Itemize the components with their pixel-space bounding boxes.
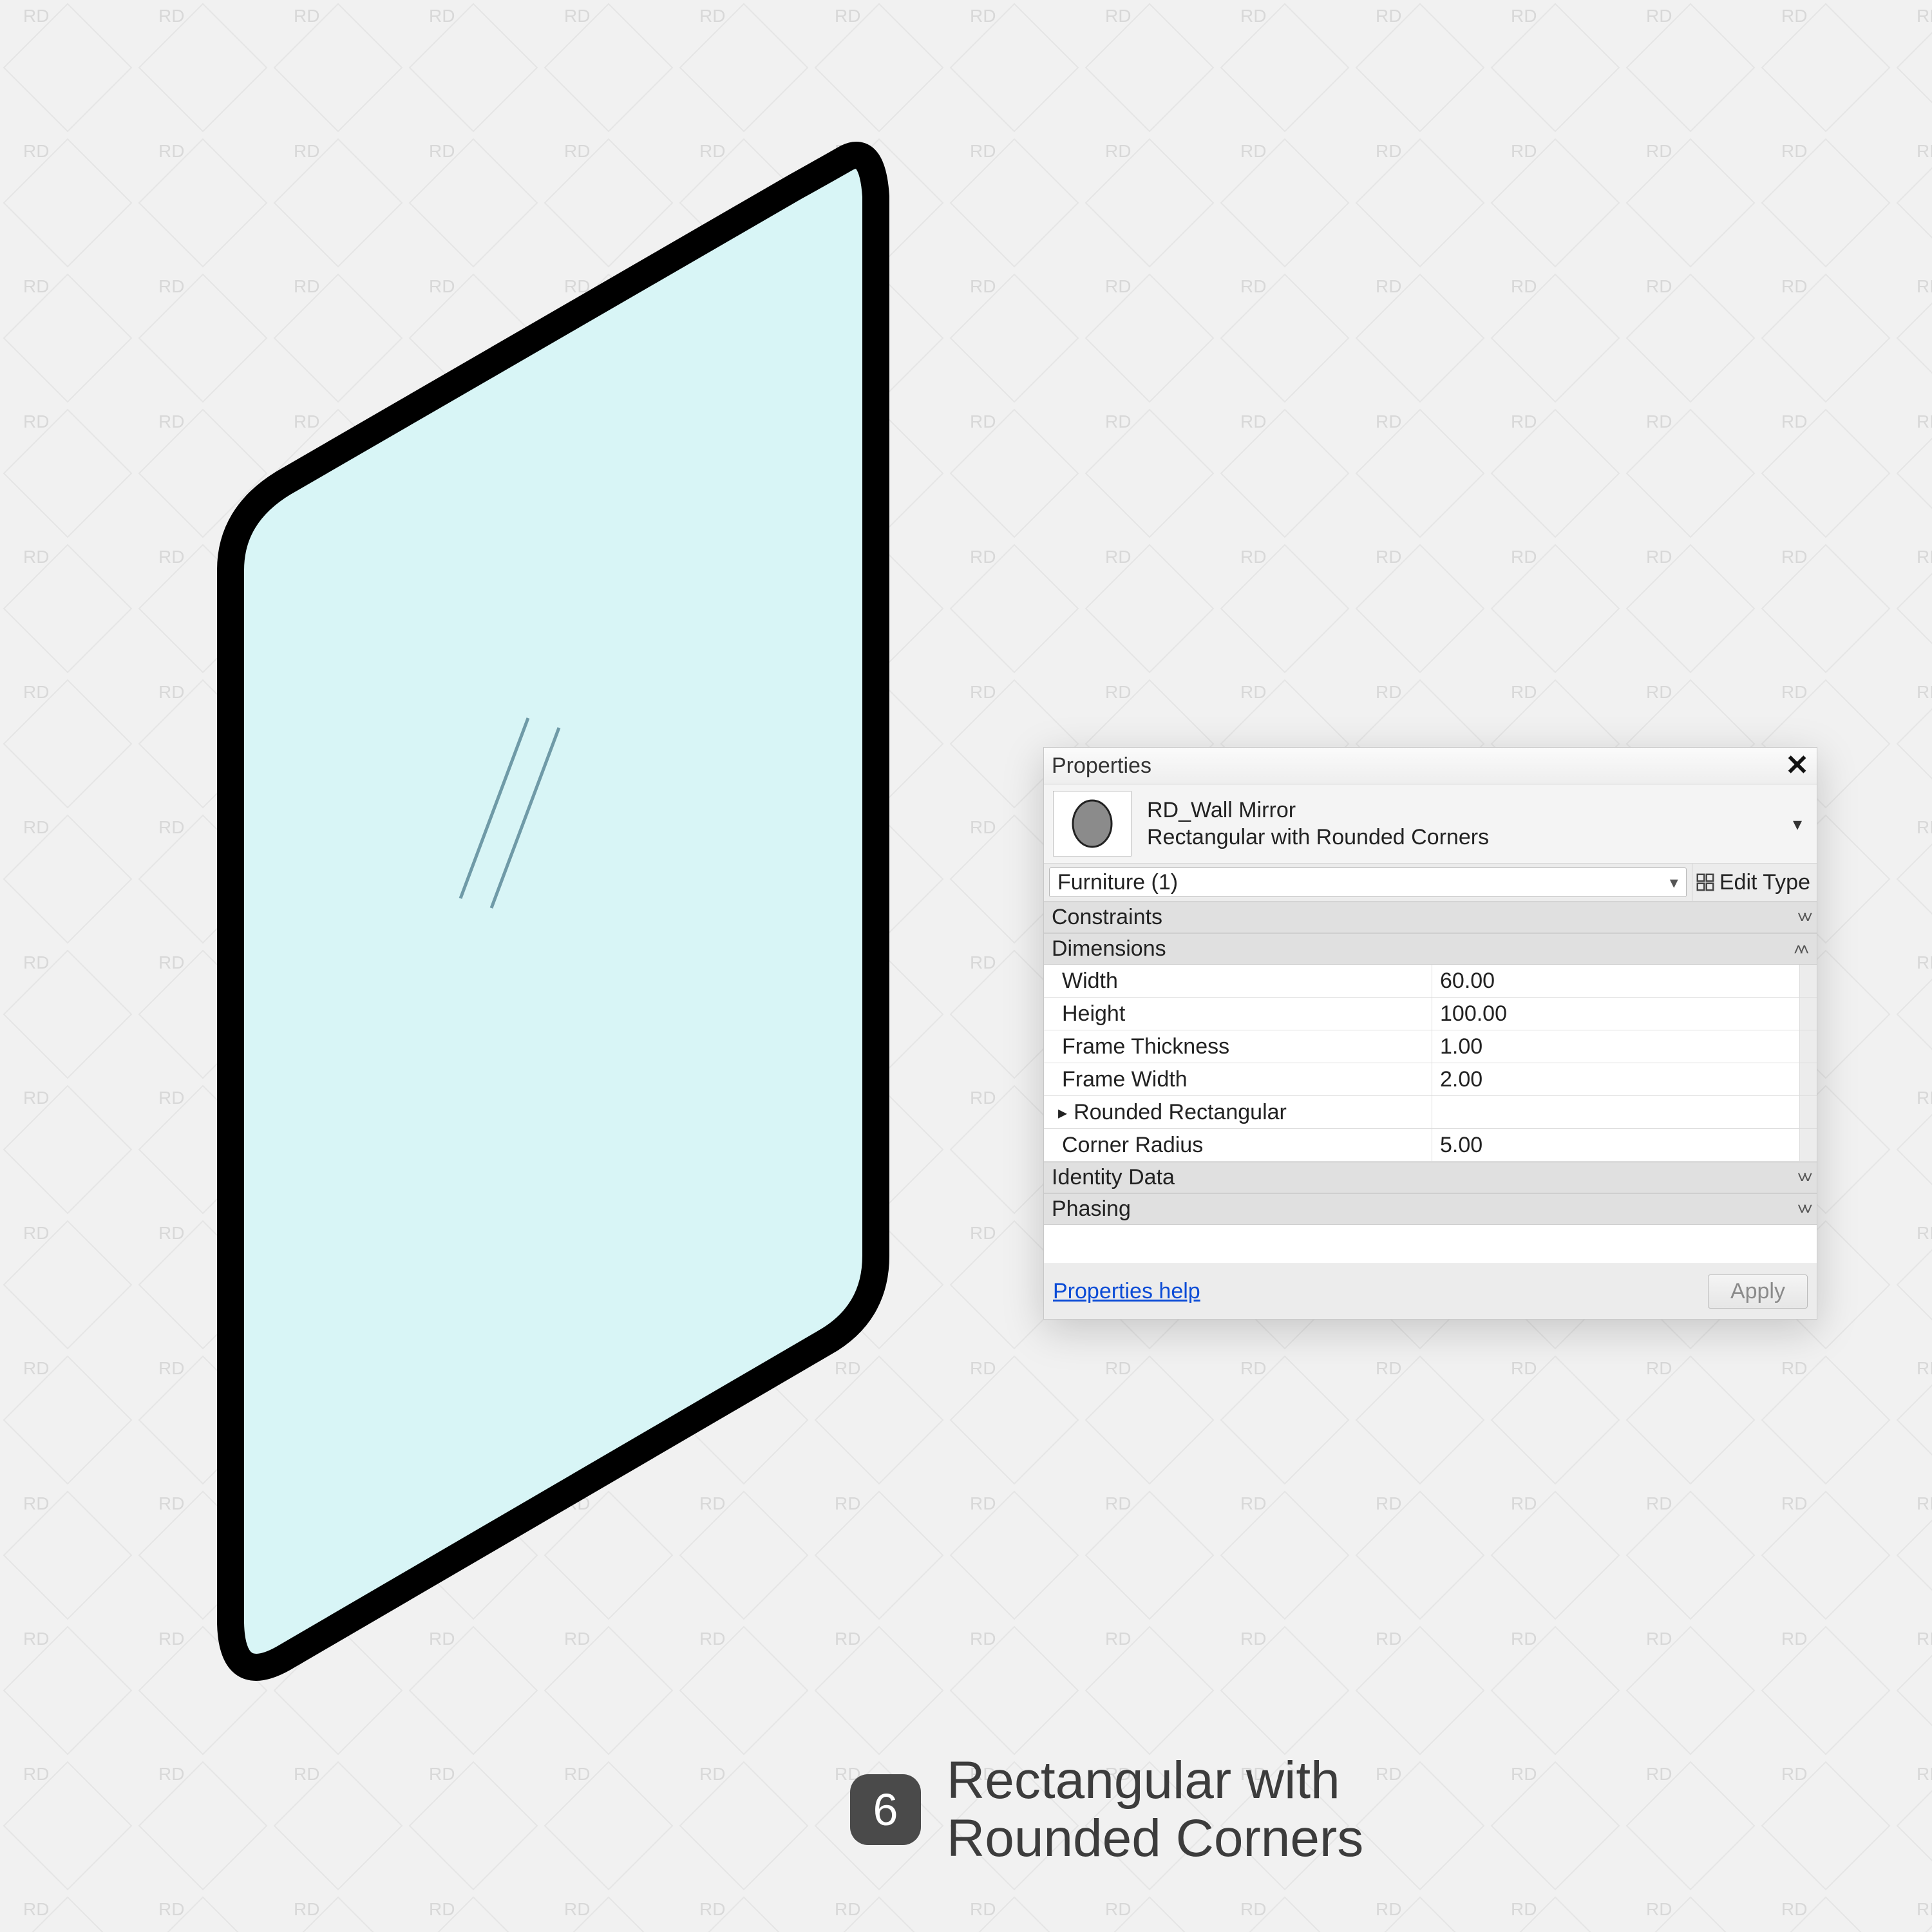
property-label: Rounded Rectangular (1044, 1096, 1432, 1128)
property-label: Corner Radius (1044, 1129, 1432, 1161)
property-grip (1800, 1096, 1817, 1128)
property-label: Frame Width (1044, 1063, 1432, 1095)
property-row: Corner Radius5.00 (1044, 1129, 1817, 1162)
collapse-icon: ˅˅ (1797, 1168, 1809, 1188)
property-grip (1800, 1063, 1817, 1095)
property-label: Height (1044, 998, 1432, 1030)
edit-type-button[interactable]: Edit Type (1692, 864, 1817, 901)
close-icon[interactable]: ✕ (1785, 752, 1809, 780)
apply-button[interactable]: Apply (1708, 1274, 1808, 1309)
property-grip (1800, 998, 1817, 1030)
panel-footer: Properties help Apply (1044, 1264, 1817, 1319)
property-value[interactable]: 60.00 (1432, 965, 1800, 997)
property-row: Rounded Rectangular (1044, 1096, 1817, 1129)
family-thumbnail (1053, 791, 1132, 857)
chevron-down-icon[interactable]: ▾ (1787, 813, 1808, 835)
family-type-selector[interactable]: RD_Wall Mirror Rectangular with Rounded … (1044, 784, 1817, 863)
property-row: Frame Thickness1.00 (1044, 1030, 1817, 1063)
category-selector-value: Furniture (1) (1057, 870, 1178, 895)
property-row: Height100.00 (1044, 998, 1817, 1030)
mirror-illustration (64, 64, 966, 1803)
caption: 6 Rectangular with Rounded Corners (850, 1752, 1363, 1868)
property-value[interactable]: 2.00 (1432, 1063, 1800, 1095)
property-value[interactable]: 1.00 (1432, 1030, 1800, 1063)
caption-number-chip: 6 (850, 1774, 921, 1845)
category-selector[interactable]: Furniture (1) ▾ (1049, 867, 1687, 897)
collapse-icon: ˅˅ (1797, 907, 1809, 927)
edit-type-icon (1696, 873, 1714, 891)
caption-text: Rectangular with Rounded Corners (947, 1752, 1363, 1868)
collapse-icon: ˅˅ (1797, 939, 1809, 959)
property-grip (1800, 1030, 1817, 1063)
family-type: Rectangular with Rounded Corners (1147, 824, 1787, 851)
properties-panel: Properties ✕ RD_Wall Mirror Rectangular … (1043, 747, 1817, 1320)
family-text: RD_Wall Mirror Rectangular with Rounded … (1147, 797, 1787, 851)
property-grip (1800, 1129, 1817, 1161)
edit-type-label: Edit Type (1719, 870, 1810, 895)
group-identity-data[interactable]: Identity Data ˅˅ (1044, 1162, 1817, 1193)
panel-title: Properties (1052, 753, 1151, 779)
property-row: Width60.00 (1044, 965, 1817, 998)
chevron-down-icon: ▾ (1670, 873, 1678, 893)
property-label: Width (1044, 965, 1432, 997)
collapse-icon: ˅˅ (1797, 1199, 1809, 1219)
group-dimensions[interactable]: Dimensions ˅˅ (1044, 933, 1817, 965)
property-value[interactable]: 100.00 (1432, 998, 1800, 1030)
property-value[interactable]: 5.00 (1432, 1129, 1800, 1161)
property-grip (1800, 965, 1817, 997)
family-name: RD_Wall Mirror (1147, 797, 1787, 824)
group-constraints[interactable]: Constraints ˅˅ (1044, 902, 1817, 933)
property-row: Frame Width2.00 (1044, 1063, 1817, 1096)
property-label: Frame Thickness (1044, 1030, 1432, 1063)
properties-help-link[interactable]: Properties help (1053, 1279, 1200, 1304)
group-phasing[interactable]: Phasing ˅˅ (1044, 1193, 1817, 1225)
property-value (1432, 1096, 1800, 1128)
panel-titlebar: Properties ✕ (1044, 748, 1817, 784)
panel-spacer (1044, 1225, 1817, 1264)
